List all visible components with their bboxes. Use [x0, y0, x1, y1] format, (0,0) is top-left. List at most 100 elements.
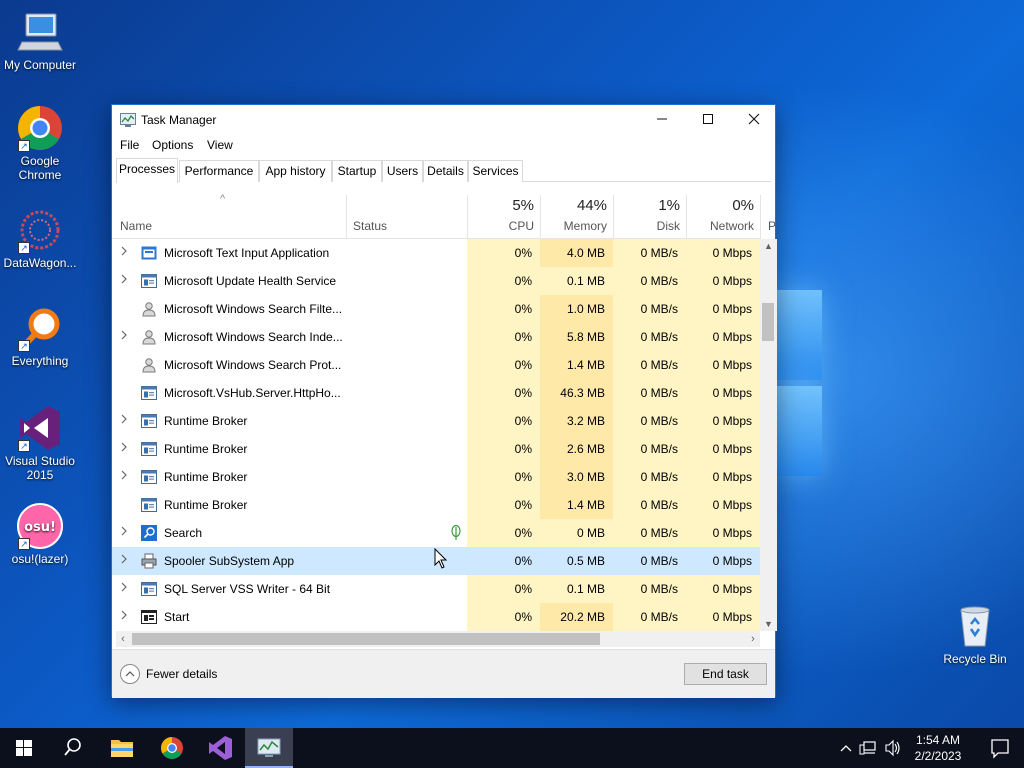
- process-network: 0 Mbps: [686, 379, 760, 407]
- expand-chevron-icon[interactable]: [120, 246, 130, 259]
- taskbar-clock[interactable]: 1:54 AM 2/2/2023: [904, 732, 972, 764]
- tab-services[interactable]: Services: [468, 160, 523, 182]
- desktop-icon-everything[interactable]: ↗ Everything: [0, 304, 80, 368]
- tab-users[interactable]: Users: [382, 160, 423, 182]
- menu-file[interactable]: File: [120, 138, 139, 152]
- process-row[interactable]: Search 0% 0 MB 0 MB/s 0 Mbps: [112, 519, 760, 547]
- desktop-icon-google-chrome[interactable]: ↗ Google Chrome: [0, 104, 80, 182]
- desktop-icon-label: osu!(lazer): [11, 552, 69, 566]
- maximize-button[interactable]: [685, 105, 731, 135]
- scroll-down-icon[interactable]: ▼: [760, 617, 777, 631]
- network-icon[interactable]: [859, 741, 876, 755]
- leaf-icon: [450, 524, 462, 541]
- process-network: 0 Mbps: [686, 463, 760, 491]
- process-cpu: 0%: [467, 435, 540, 463]
- volume-icon[interactable]: [885, 739, 900, 757]
- desktop-icon-osu[interactable]: osu! ↗ osu!(lazer): [0, 502, 80, 566]
- process-row[interactable]: Microsoft Windows Search Prot... 0% 1.4 MB…: [112, 351, 760, 379]
- menu-options[interactable]: Options: [152, 138, 193, 152]
- tab-processes[interactable]: Processes: [116, 158, 178, 183]
- taskbar-search-button[interactable]: [48, 728, 96, 768]
- expand-chevron-icon[interactable]: [120, 442, 130, 455]
- scroll-left-icon[interactable]: ‹: [116, 631, 130, 647]
- process-row[interactable]: Runtime Broker 0% 3.0 MB 0 MB/s 0 Mbps: [112, 463, 760, 491]
- minimize-button[interactable]: [639, 105, 685, 135]
- service-icon: [141, 413, 157, 429]
- process-name: Runtime Broker: [164, 442, 248, 456]
- scroll-right-icon[interactable]: ›: [746, 631, 760, 647]
- process-row[interactable]: Microsoft Windows Search Filte... 0% 1.0 M…: [112, 295, 760, 323]
- horizontal-scrollbar[interactable]: ‹ ›: [116, 631, 760, 647]
- desktop-icon-my-computer[interactable]: My Computer: [0, 8, 80, 72]
- expand-chevron-icon[interactable]: [120, 582, 130, 595]
- mouse-cursor-icon: [434, 548, 448, 569]
- recycle-bin-icon: [951, 602, 999, 650]
- process-row[interactable]: Microsoft Text Input Application 0% 4.0 MB…: [112, 239, 760, 267]
- memory-label: Memory: [563, 219, 607, 233]
- end-task-button[interactable]: End task: [684, 663, 767, 685]
- process-row[interactable]: Runtime Broker 0% 2.6 MB 0 MB/s 0 Mbps: [112, 435, 760, 463]
- process-row[interactable]: Microsoft Update Health Service 0% 0.1 MB 0…: [112, 267, 760, 295]
- expand-chevron-icon[interactable]: [120, 330, 130, 343]
- process-disk: 0 MB/s: [613, 295, 686, 323]
- column-cpu[interactable]: 5% CPU: [467, 183, 540, 239]
- process-row[interactable]: Microsoft.VsHub.Server.HttpHo... 0% 46.3 M…: [112, 379, 760, 407]
- expand-chevron-icon[interactable]: [120, 526, 130, 539]
- fewer-details-link[interactable]: Fewer details: [146, 667, 217, 681]
- column-memory[interactable]: 44% Memory: [540, 183, 613, 239]
- visual-studio-icon: ↗: [16, 404, 64, 452]
- process-cpu: 0%: [467, 519, 540, 547]
- column-disk[interactable]: 1% Disk: [613, 183, 686, 239]
- expand-chevron-icon[interactable]: [120, 610, 130, 623]
- process-name: Runtime Broker: [164, 470, 248, 484]
- column-network[interactable]: 0% Network: [686, 183, 760, 239]
- process-network: 0 Mbps: [686, 323, 760, 351]
- process-disk: 0 MB/s: [613, 323, 686, 351]
- desktop-icon-datawagon[interactable]: ↗ DataWagon...: [0, 206, 80, 270]
- process-row[interactable]: SQL Server VSS Writer - 64 Bit 0% 0.1 MB 0 …: [112, 575, 760, 603]
- service-icon: [141, 441, 157, 457]
- process-memory: 5.8 MB: [540, 323, 613, 351]
- tab-performance[interactable]: Performance: [179, 160, 259, 182]
- expand-chevron-icon[interactable]: [120, 414, 130, 427]
- chrome-icon: ↗: [16, 104, 64, 152]
- action-center-button[interactable]: [976, 728, 1024, 768]
- windows-logo-wallpaper: [776, 290, 822, 480]
- column-status[interactable]: Status: [347, 183, 467, 239]
- taskbar-chrome[interactable]: [148, 728, 196, 768]
- tab-details[interactable]: Details: [423, 160, 468, 182]
- process-row[interactable]: Runtime Broker 0% 1.4 MB 0 MB/s 0 Mbps: [112, 491, 760, 519]
- process-memory: 2.6 MB: [540, 435, 613, 463]
- start-button[interactable]: [0, 728, 48, 768]
- menu-view[interactable]: View: [207, 138, 233, 152]
- expand-chevron-icon[interactable]: [120, 470, 130, 483]
- vertical-scroll-thumb[interactable]: [762, 303, 774, 341]
- expand-chevron-icon[interactable]: [120, 274, 130, 287]
- show-hidden-icons-icon[interactable]: [840, 745, 852, 752]
- vertical-scrollbar[interactable]: ▲ ▼: [760, 239, 777, 631]
- process-disk: 0 MB/s: [613, 267, 686, 295]
- column-name[interactable]: ^ Name: [112, 183, 346, 239]
- close-button[interactable]: [731, 105, 777, 135]
- chevron-up-icon[interactable]: [120, 664, 140, 684]
- column-name-label: Name: [120, 219, 153, 233]
- process-cpu: 0%: [467, 267, 540, 295]
- taskbar-visual-studio[interactable]: [196, 728, 244, 768]
- tab-app-history[interactable]: App history: [259, 160, 332, 182]
- scroll-up-icon[interactable]: ▲: [760, 239, 777, 253]
- taskbar-file-explorer[interactable]: [98, 728, 146, 768]
- horizontal-scroll-thumb[interactable]: [132, 633, 600, 645]
- column-header: ^ Name Status 5% CPU 44% Memory 1% Disk …: [112, 183, 776, 239]
- process-row[interactable]: Runtime Broker 0% 3.2 MB 0 MB/s 0 Mbps: [112, 407, 760, 435]
- column-power-partial[interactable]: P: [768, 219, 776, 233]
- process-row[interactable]: Start 0% 20.2 MB 0 MB/s 0 Mbps: [112, 603, 760, 631]
- expand-chevron-icon[interactable]: [120, 554, 130, 567]
- window-title: Task Manager: [141, 113, 217, 127]
- process-row[interactable]: Microsoft Windows Search Inde... 0% 5.8 MB…: [112, 323, 760, 351]
- title-bar[interactable]: Task Manager: [112, 105, 775, 135]
- tab-startup[interactable]: Startup: [332, 160, 382, 182]
- taskbar-task-manager[interactable]: [245, 728, 293, 768]
- desktop-icon-visual-studio[interactable]: ↗ Visual Studio 2015: [0, 404, 80, 482]
- desktop-icon-recycle-bin[interactable]: Recycle Bin: [935, 602, 1015, 666]
- process-name: Microsoft Windows Search Prot...: [164, 358, 342, 372]
